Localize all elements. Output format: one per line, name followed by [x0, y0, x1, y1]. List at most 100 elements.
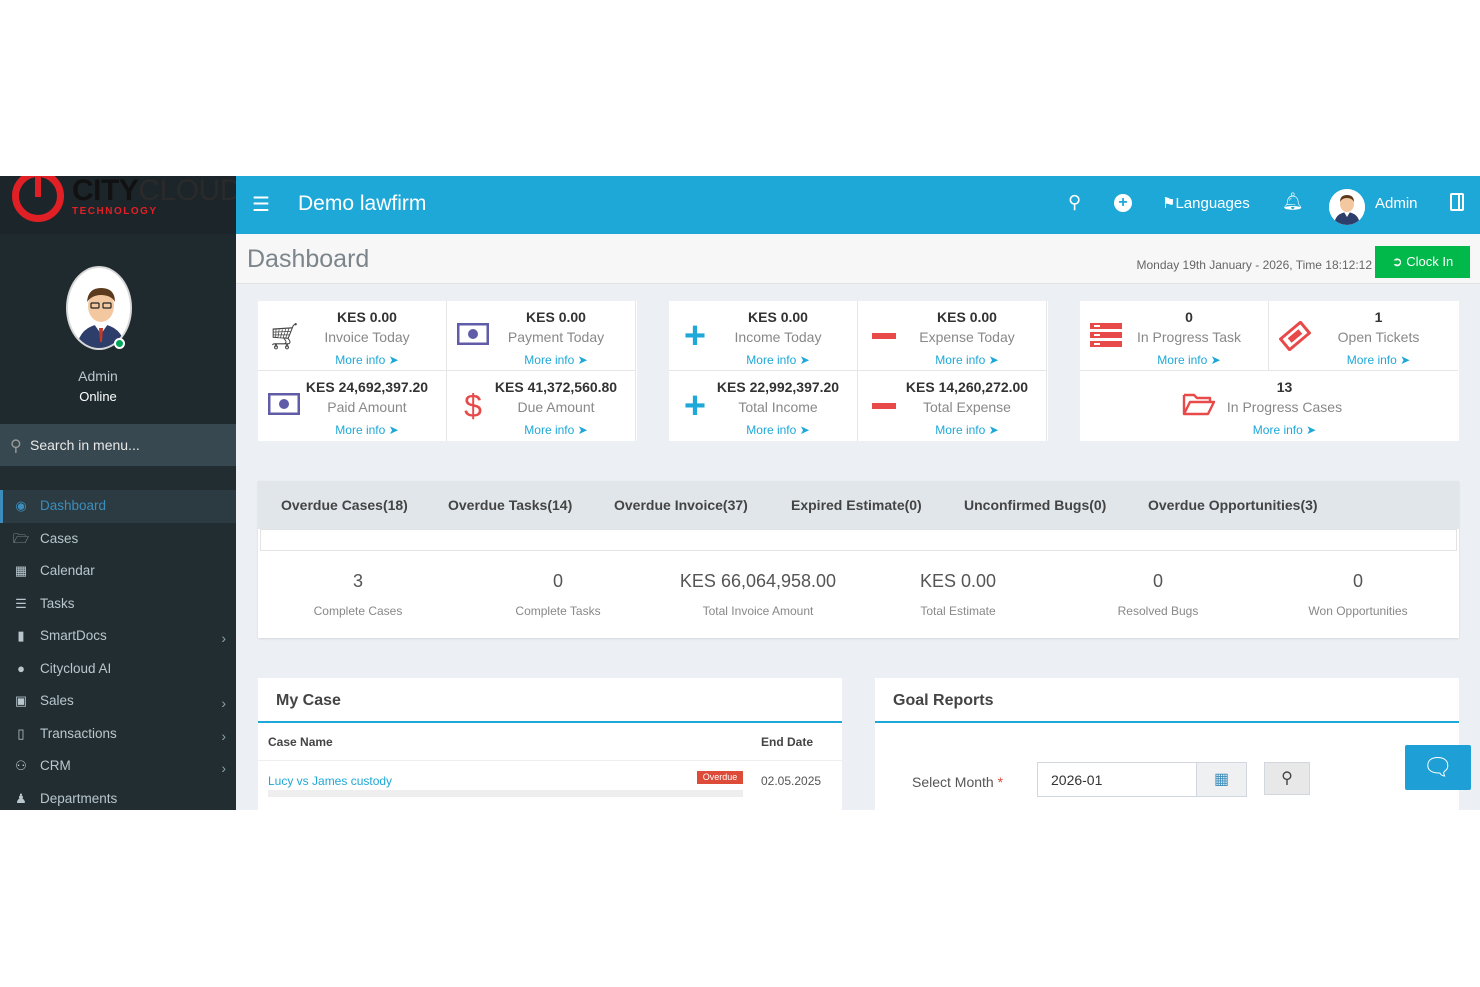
- tab-overdue-opportunities[interactable]: Overdue Opportunities(3): [1148, 497, 1318, 513]
- sidebar-item-smartdocs[interactable]: ▮ SmartDocs ›: [0, 620, 236, 653]
- tab-overdue-cases[interactable]: Overdue Cases(18): [281, 497, 408, 513]
- tab-unconfirmed-bugs[interactable]: Unconfirmed Bugs(0): [964, 497, 1106, 513]
- stat-value: KES 0.00: [526, 309, 586, 325]
- stat-label: Income Today: [734, 329, 822, 345]
- sidebar-item-tasks[interactable]: ☰ Tasks: [0, 588, 236, 621]
- search-icon: ⚲: [1281, 770, 1293, 787]
- case-link[interactable]: Lucy vs James custody: [268, 774, 392, 788]
- sidebar-item-label: Citycloud AI: [40, 660, 112, 676]
- page-title: Dashboard: [247, 245, 370, 273]
- bell-icon[interactable]: 🔔︎: [1282, 192, 1304, 212]
- online-status-dot: [114, 338, 125, 349]
- goal-reports-box: Goal Reports Select Month * ▦ ⚲: [875, 678, 1459, 810]
- search-icon: ⚲: [10, 438, 22, 455]
- more-info-link[interactable]: More info ➤: [699, 423, 857, 437]
- chevron-right-icon: ›: [221, 727, 226, 744]
- sidebar-item-label: SmartDocs: [40, 628, 107, 643]
- sidebar-item-crm[interactable]: ⚇ CRM ›: [0, 750, 236, 783]
- stat-value: 0: [1185, 309, 1193, 325]
- tab-expired-estimate[interactable]: Expired Estimate(0): [791, 497, 922, 513]
- stat-value: KES 22,992,397.20: [716, 379, 840, 395]
- chat-button[interactable]: 🗨︎: [1405, 745, 1471, 790]
- book-icon: ▯: [17, 725, 25, 741]
- stat-label: Payment Today: [507, 329, 605, 345]
- sidebar-item-sales[interactable]: ▣ Sales ›: [0, 685, 236, 718]
- folder-open-icon: 🗁: [13, 530, 30, 546]
- stat-label: Expense Today: [919, 329, 1015, 345]
- more-info-link[interactable]: More info ➤: [888, 353, 1046, 367]
- sidebar-item-citycloud-ai[interactable]: ● Citycloud AI: [0, 653, 236, 686]
- user-menu[interactable]: Admin: [1375, 195, 1418, 212]
- app-frame: CITYCLOUD TECHNOLOGY Admin Online ⚲ Sear…: [0, 176, 1480, 810]
- sidebar-item-transactions[interactable]: ▯ Transactions ›: [0, 718, 236, 751]
- calendar-icon: ▦: [14, 563, 28, 578]
- tab-overdue-invoice[interactable]: Overdue Invoice(37): [614, 497, 748, 513]
- sidebar-item-calendar[interactable]: ▦ Calendar: [0, 555, 236, 588]
- stat-value: KES 0.00: [337, 309, 397, 325]
- dashboard-icon: ◉: [15, 498, 27, 513]
- more-info-link[interactable]: More info ➤: [699, 353, 857, 367]
- search-button[interactable]: ⚲: [1264, 762, 1310, 795]
- column-header-case-name: Case Name: [268, 735, 333, 749]
- avatar[interactable]: [1329, 189, 1365, 225]
- top-header: ☰ Demo lawfirm ⚲ + ⚑Languages 🔔︎ Admin: [236, 176, 1480, 234]
- side-panel-toggle-icon[interactable]: [1450, 193, 1464, 211]
- paid-amount-card: KES 24,692,397.20 Paid Amount More info …: [258, 371, 447, 441]
- tab-overdue-tasks[interactable]: Overdue Tasks(14): [448, 497, 572, 513]
- open-tickets-card: 1 Open Tickets More info ➤: [1269, 301, 1458, 371]
- sidebar-item-cases[interactable]: 🗁 Cases: [0, 523, 236, 556]
- app-title: Demo lawfirm: [298, 192, 427, 215]
- sidebar-item-label: Calendar: [40, 563, 95, 578]
- stat-value: KES 24,692,397.20: [305, 379, 429, 395]
- my-case-box: My Case Case Name End Date Lucy vs James…: [258, 678, 842, 810]
- stat-label: In Progress Cases: [1226, 399, 1343, 415]
- user-panel: Admin Online: [0, 234, 236, 424]
- clock-in-button[interactable]: ➲ Clock In: [1375, 246, 1470, 278]
- add-circle-icon[interactable]: +: [1114, 194, 1132, 212]
- payment-today-card: KES 0.00 Payment Today More info ➤: [447, 301, 636, 371]
- box-title: My Case: [276, 692, 341, 709]
- menu-toggle-icon[interactable]: ☰: [252, 192, 270, 217]
- more-info-link[interactable]: More info ➤: [288, 353, 446, 367]
- metric-label: Total Invoice Amount: [702, 604, 814, 618]
- metric-complete-cases: 3 Complete Cases: [258, 571, 458, 618]
- in-progress-cases-card: 13 In Progress Cases More info ➤: [1080, 371, 1459, 441]
- metric-label: Resolved Bugs: [1117, 604, 1199, 618]
- due-amount-card: $ KES 41,372,560.80 Due Amount More info…: [447, 371, 636, 441]
- total-expense-card: KES 14,260,272.00 Total Expense More inf…: [858, 371, 1047, 441]
- expense-today-card: KES 0.00 Expense Today More info ➤: [858, 301, 1047, 371]
- total-income-card: + KES 22,992,397.20 Total Income More in…: [669, 371, 858, 441]
- metric-total-estimate: KES 0.00 Total Estimate: [858, 571, 1058, 618]
- income-today-card: + KES 0.00 Income Today More info ➤: [669, 301, 858, 371]
- sidebar-item-departments[interactable]: ♟ Departments: [0, 783, 236, 811]
- sidebar-item-label: Cases: [40, 530, 79, 546]
- logo-mark-icon: [12, 176, 64, 222]
- tab-content-area: [260, 529, 1457, 551]
- calendar-icon[interactable]: ▦: [1197, 762, 1247, 797]
- table-row-divider: [258, 760, 842, 761]
- month-input[interactable]: [1037, 762, 1197, 797]
- sidebar-item-dashboard[interactable]: ◉ Dashboard: [0, 490, 236, 523]
- comments-icon: 🗨︎: [1422, 754, 1454, 781]
- sidebar-item-label: Departments: [40, 790, 118, 806]
- box-title: Goal Reports: [893, 692, 994, 709]
- more-info-link[interactable]: More info ➤: [888, 423, 1046, 437]
- menu-search-input[interactable]: [30, 434, 226, 456]
- more-info-link[interactable]: More info ➤: [1110, 423, 1459, 437]
- more-info-link[interactable]: More info ➤: [477, 423, 635, 437]
- avatar: [66, 266, 132, 350]
- stat-value: KES 0.00: [937, 309, 997, 325]
- logo[interactable]: CITYCLOUD TECHNOLOGY: [0, 176, 236, 234]
- languages-label: Languages: [1175, 195, 1250, 212]
- metric-value: KES 66,064,958.00: [679, 571, 837, 591]
- search-icon[interactable]: ⚲: [1068, 192, 1081, 213]
- more-info-link[interactable]: More info ➤: [477, 353, 635, 367]
- file-icon: ▮: [17, 628, 25, 643]
- metric-value: 0: [1352, 571, 1363, 591]
- more-info-link[interactable]: More info ➤: [1299, 353, 1458, 367]
- more-info-link[interactable]: More info ➤: [1110, 353, 1268, 367]
- overdue-tabs-panel: Overdue Cases(18) Overdue Tasks(14) Over…: [258, 481, 1459, 638]
- sidebar-item-label: CRM: [40, 758, 71, 773]
- languages-button[interactable]: ⚑Languages: [1162, 194, 1250, 212]
- more-info-link[interactable]: More info ➤: [288, 423, 446, 437]
